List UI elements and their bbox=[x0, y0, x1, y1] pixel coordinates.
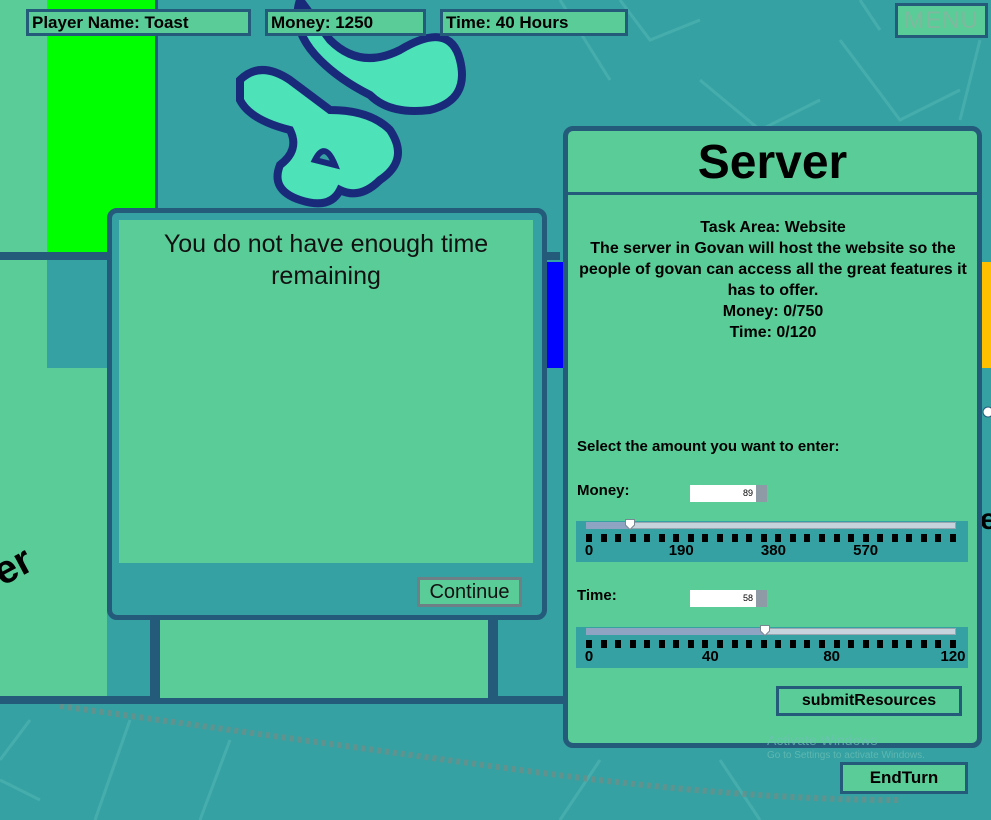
continue-button[interactable]: Continue bbox=[417, 577, 522, 607]
time-slider-tick bbox=[760, 640, 767, 648]
money-slider-tick bbox=[950, 534, 956, 542]
time-amount-input[interactable]: 58 bbox=[690, 590, 756, 607]
time-slider-tick bbox=[906, 640, 913, 648]
task-area: Task Area: Website bbox=[700, 219, 846, 236]
time-slider-tick bbox=[920, 640, 927, 648]
time-slider-tick bbox=[702, 640, 709, 648]
money-slider-tick bbox=[687, 534, 694, 542]
money-slider-tick bbox=[775, 534, 782, 542]
time-slider-tick bbox=[950, 640, 956, 648]
time-slider-tick bbox=[935, 640, 942, 648]
money-slider-tick bbox=[848, 534, 855, 542]
money-display: Money: 1250 bbox=[265, 9, 426, 36]
time-slider-fill bbox=[586, 628, 765, 635]
money-slider[interactable]: 0 190 380 570 bbox=[576, 519, 968, 562]
money-slider-tick bbox=[717, 534, 724, 542]
time-slider-thumb[interactable] bbox=[759, 625, 770, 636]
dialog-content-area: You do not have enough time remaining bbox=[119, 220, 533, 563]
task-description-text: The server in Govan will host the websit… bbox=[579, 240, 967, 299]
money-slider-tick bbox=[818, 534, 825, 542]
money-slider-tick bbox=[658, 534, 665, 542]
time-display: Time: 40 Hours bbox=[440, 9, 628, 36]
money-input-label: Money: bbox=[577, 482, 630, 499]
money-slider-tick bbox=[746, 534, 753, 542]
time-slider-tick bbox=[891, 640, 898, 648]
time-slider-tick bbox=[586, 640, 592, 648]
submit-resources-button[interactable]: submitResources bbox=[776, 686, 962, 716]
time-slider-tick bbox=[775, 640, 782, 648]
money-slider-tick bbox=[935, 534, 942, 542]
money-slider-tick bbox=[760, 534, 767, 542]
money-slider-tick bbox=[906, 534, 913, 542]
player-name-display: Player Name: Toast bbox=[26, 9, 251, 36]
time-slider-tick bbox=[687, 640, 694, 648]
money-slider-tick bbox=[644, 534, 651, 542]
activation-watermark: Activate Windows Go to Settings to activ… bbox=[767, 732, 925, 764]
dialog-message: You do not have enough time remaining bbox=[163, 230, 489, 290]
money-slider-tick bbox=[804, 534, 811, 542]
money-slider-tick-label: 380 bbox=[760, 542, 786, 559]
money-slider-thumb[interactable] bbox=[624, 519, 635, 530]
money-slider-tick bbox=[789, 534, 796, 542]
money-slider-fill bbox=[586, 522, 630, 529]
message-dialog: You do not have enough time remaining Co… bbox=[107, 208, 547, 620]
select-amount-prompt: Select the amount you want to enter: bbox=[577, 438, 840, 455]
time-slider-tick bbox=[644, 640, 651, 648]
time-input-label: Time: bbox=[577, 587, 617, 604]
time-slider-tick bbox=[877, 640, 884, 648]
money-slider-tick bbox=[731, 534, 738, 542]
money-slider-tick-label: 0 bbox=[584, 542, 594, 559]
time-slider-tick bbox=[600, 640, 607, 648]
time-slider-tick bbox=[804, 640, 811, 648]
time-slider-tick bbox=[789, 640, 796, 648]
money-amount-input[interactable]: 89 bbox=[690, 485, 756, 502]
time-slider-tick bbox=[658, 640, 665, 648]
time-slider-tick bbox=[862, 640, 869, 648]
time-progress: Time: 0/120 bbox=[729, 324, 817, 341]
time-slider-tick bbox=[818, 640, 825, 648]
money-slider-tick bbox=[586, 534, 592, 542]
money-slider-tick-label: 190 bbox=[668, 542, 694, 559]
time-slider-tick bbox=[746, 640, 753, 648]
server-panel: Server Task Area: Website The server in … bbox=[563, 126, 982, 748]
money-progress: Money: 0/750 bbox=[722, 303, 824, 320]
money-slider-tick bbox=[920, 534, 927, 542]
money-slider-tick bbox=[673, 534, 680, 542]
time-slider-tick bbox=[615, 640, 622, 648]
money-spinner[interactable] bbox=[756, 485, 767, 502]
time-slider-tick bbox=[848, 640, 855, 648]
money-slider-tick bbox=[833, 534, 840, 542]
time-spinner[interactable] bbox=[756, 590, 767, 607]
time-slider[interactable]: 0 40 80 120 bbox=[576, 625, 968, 668]
money-slider-tick bbox=[891, 534, 898, 542]
time-slider-tick-label: 0 bbox=[584, 648, 594, 665]
money-slider-tick bbox=[862, 534, 869, 542]
money-slider-tick bbox=[877, 534, 884, 542]
end-turn-button[interactable]: EndTurn bbox=[840, 762, 968, 794]
task-description: Task Area: Website The server in Govan w… bbox=[578, 217, 968, 343]
time-slider-tick bbox=[717, 640, 724, 648]
time-slider-tick-label: 80 bbox=[823, 648, 840, 665]
money-slider-tick bbox=[615, 534, 622, 542]
money-slider-tick bbox=[702, 534, 709, 542]
money-slider-track[interactable] bbox=[586, 522, 956, 529]
time-slider-tick-label: 40 bbox=[701, 648, 719, 665]
time-slider-tick bbox=[833, 640, 840, 648]
menu-button[interactable]: MENU bbox=[895, 3, 988, 38]
watermark-title: Activate Windows bbox=[767, 732, 878, 748]
time-slider-tick-label: 120 bbox=[940, 648, 966, 665]
panel-title: Server bbox=[568, 131, 977, 195]
money-slider-tick bbox=[629, 534, 636, 542]
time-slider-tick bbox=[731, 640, 738, 648]
money-slider-tick bbox=[600, 534, 607, 542]
time-slider-tick bbox=[673, 640, 680, 648]
time-slider-tick bbox=[629, 640, 636, 648]
money-slider-tick-label: 570 bbox=[853, 542, 879, 559]
